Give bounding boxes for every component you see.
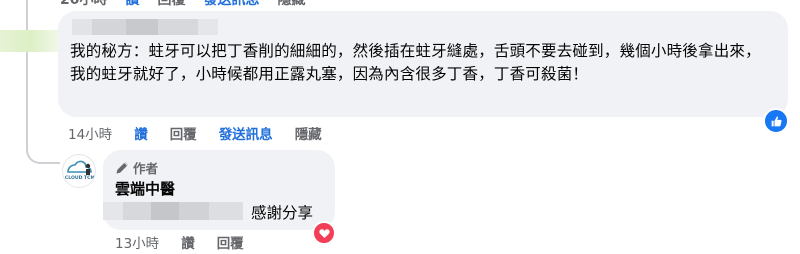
- send-message-button[interactable]: 發送訊息: [219, 123, 273, 143]
- like-icon: [771, 115, 782, 126]
- reply-bubble: 作者 雲端中醫 感謝分享: [103, 150, 335, 230]
- reply-time[interactable]: 13小時: [115, 232, 159, 252]
- comment-thread: 20小時 讚 回覆 發送訊息 隱藏 我的秘方：蛀牙可以把丁香削的細細的，然後插在…: [0, 0, 800, 254]
- previous-send-message-button[interactable]: 發送訊息: [203, 0, 259, 9]
- previous-comment-time: 20小時: [60, 0, 108, 8]
- previous-comment-actions: 20小時 讚 回覆 發送訊息 隱藏: [60, 0, 305, 8]
- cloud-tcm-logo-icon: CLOUD TCM: [65, 160, 96, 181]
- previous-like-button[interactable]: 讚: [125, 0, 139, 9]
- thread-connector: [26, 120, 60, 164]
- comment-text: 我的秘方：蛀牙可以把丁香削的細細的，然後插在蛀牙縫處，舌頭不要去碰到，幾個小時後…: [70, 42, 761, 83]
- like-button[interactable]: 讚: [134, 123, 148, 143]
- commenter-avatar[interactable]: [0, 30, 60, 52]
- commenter-name-redacted[interactable]: [72, 19, 218, 35]
- love-icon: [318, 228, 330, 238]
- thread-line: [26, 0, 28, 130]
- hide-button[interactable]: 隱藏: [295, 123, 322, 143]
- previous-reply-button[interactable]: 回覆: [157, 0, 185, 9]
- love-reaction-badge[interactable]: [312, 221, 336, 245]
- author-badge-label: 作者: [133, 161, 159, 176]
- comment-bubble: 我的秘方：蛀牙可以把丁香削的細細的，然後插在蛀牙縫處，舌頭不要去碰到，幾個小時後…: [58, 11, 788, 117]
- reply-text-redacted: [103, 202, 243, 220]
- author-avatar[interactable]: CLOUD TCM: [62, 154, 96, 188]
- reply-button[interactable]: 回覆: [170, 123, 197, 143]
- author-badge: 作者: [115, 158, 158, 177]
- pencil-icon: [116, 161, 128, 174]
- reply-author-name[interactable]: 雲端中醫: [115, 178, 175, 199]
- reply-text: 感謝分享: [251, 204, 314, 222]
- comment-actions: 14小時 讚 回覆 發送訊息 隱藏: [68, 123, 322, 143]
- like-reaction-badge[interactable]: [763, 108, 789, 134]
- comment-time[interactable]: 14小時: [68, 123, 112, 143]
- logo-text: CLOUD TCM: [65, 175, 96, 181]
- reply-like-button[interactable]: 讚: [181, 232, 195, 252]
- reply-actions: 13小時 讚 回覆: [115, 232, 244, 252]
- previous-hide-button[interactable]: 隱藏: [277, 0, 305, 9]
- reply-reply-button[interactable]: 回覆: [217, 232, 244, 252]
